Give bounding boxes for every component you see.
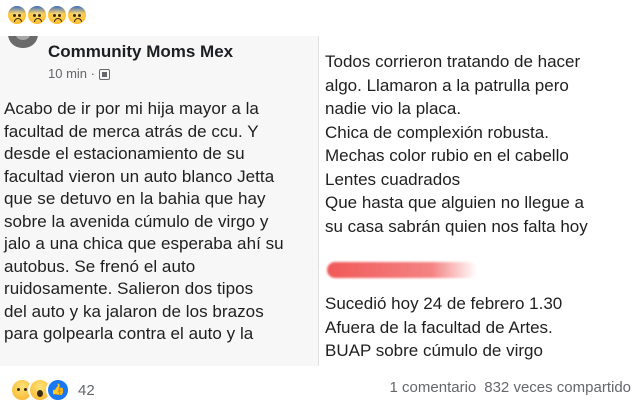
reaction-count[interactable]: 42 <box>78 382 95 399</box>
group-name[interactable]: Community Moms Mex <box>48 42 233 62</box>
post-line: Sucedió hoy 24 de febrero 1.30 <box>325 294 563 313</box>
anxious-face-icon <box>28 6 46 24</box>
like-icon: 👍 <box>46 378 70 402</box>
shares-link[interactable]: 832 veces compartido <box>484 379 631 396</box>
post-line: para golpearla contra el auto y la <box>4 324 254 343</box>
post-line: ruidosamente. Salieron dos tipos <box>4 279 254 298</box>
anxious-face-icon <box>48 6 66 24</box>
anxious-face-icon <box>68 6 86 24</box>
post-text-left: Acabo de ir por mi hija mayor a la facul… <box>4 98 310 346</box>
avatar[interactable] <box>8 36 38 48</box>
comments-link[interactable]: 1 comentario <box>390 379 477 396</box>
post-line: Afuera de la facultad de Artes. <box>325 317 553 337</box>
post-line: nadie vio la placa. <box>325 99 462 118</box>
post-line: desde el estacionamiento de su <box>4 144 245 163</box>
post-line: del auto y ka jalaron de los brazos <box>4 301 264 321</box>
engagement-stats: 1 comentario 832 veces compartido <box>390 379 631 396</box>
post-line: algo. Llamaron a la patrulla pero <box>325 75 569 95</box>
post-line: facultad de merca atrás de ccu. Y <box>4 121 259 141</box>
post-line: sobre la avenida cúmulo de virgo y <box>4 211 269 231</box>
redaction-mark <box>327 262 477 278</box>
post-line: Todos corrieron tratando de hacer <box>325 52 581 71</box>
top-emoji-row <box>8 6 86 24</box>
post-line: Acabo de ir por mi hija mayor a la <box>4 99 259 118</box>
post-meta: 10 min · <box>48 66 110 81</box>
post-line: Chica de complexión robusta. <box>325 122 549 142</box>
post-line: Mechas color rubio en el cabello <box>325 146 569 165</box>
post-line: que se detuvo en la bahia que hay <box>4 189 266 208</box>
post-screenshot-right: Todos corrieron tratando de hacer algo. … <box>319 36 641 366</box>
post-line: jalo a una chica que esperaba ahí su <box>4 234 284 253</box>
post-line: facultad vieron un auto blanco Jetta <box>4 166 275 186</box>
post-line: BUAP sobre cúmulo de virgo <box>325 341 543 360</box>
audience-icon <box>98 69 110 80</box>
post-footer: 👍 42 1 comentario 832 veces compartido <box>0 366 641 413</box>
post-line: su casa sabrán quien nos falta hoy <box>325 216 588 236</box>
post-line: autobus. Se frenó el auto <box>4 256 196 276</box>
post-line: Lentes cuadrados <box>325 169 461 189</box>
post-screenshot-left: Community Moms Mex 10 min · Acabo de ir … <box>0 36 319 366</box>
post-text-right: Todos corrieron tratando de hacer algo. … <box>325 50 635 238</box>
reaction-summary[interactable]: 👍 42 <box>10 378 95 402</box>
anxious-face-icon <box>8 6 26 24</box>
post-line: Que hasta que alguien no llegue a <box>325 193 584 212</box>
post-time[interactable]: 10 min · <box>48 66 95 81</box>
post-text-right-2: Sucedió hoy 24 de febrero 1.30 Afuera de… <box>325 292 635 363</box>
